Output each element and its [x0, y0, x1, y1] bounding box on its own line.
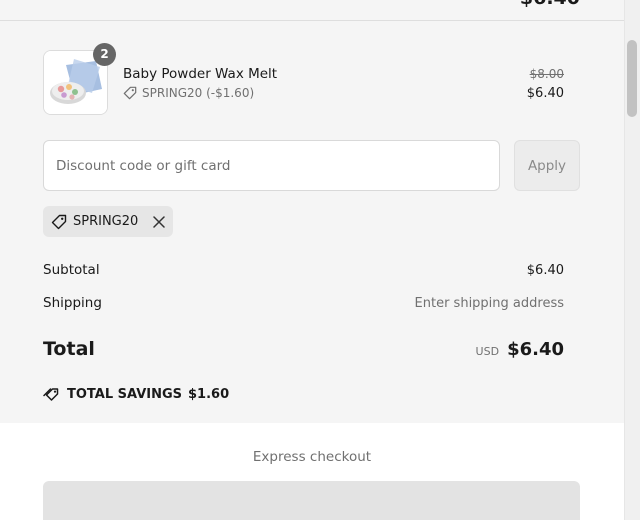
subtotal-value: $6.40	[526, 263, 564, 278]
final-price: $6.40	[526, 86, 564, 101]
discount-code-input[interactable]	[43, 140, 500, 191]
original-price: $8.00	[529, 67, 564, 81]
express-checkout-button[interactable]	[43, 481, 580, 520]
currency-code: USD	[475, 345, 500, 358]
apply-button[interactable]: Apply	[514, 140, 580, 191]
shipping-label: Shipping	[43, 295, 102, 311]
total-savings: TOTAL SAVINGS $1.60	[43, 386, 229, 402]
shipping-value: Enter shipping address	[414, 296, 564, 311]
subtotal-label: Subtotal	[43, 262, 100, 278]
product-name: Baby Powder Wax Melt	[123, 66, 278, 82]
tags-icon	[43, 388, 59, 401]
top-total-amount: $6.40	[520, 0, 580, 9]
express-checkout-label: Express checkout	[252, 449, 372, 465]
remove-discount-button[interactable]	[153, 215, 165, 228]
quantity-badge: 2	[93, 43, 116, 66]
savings-value: $1.60	[188, 386, 230, 402]
product-discount-line: SPRING20 (-$1.60)	[123, 86, 254, 100]
total-amount: $6.40	[507, 339, 564, 360]
applied-discount-chip: SPRING20	[43, 206, 173, 237]
savings-label: TOTAL SAVINGS	[67, 386, 183, 402]
order-summary: $6.40 2 Baby Powder Wax Melt SPRING20 (-…	[0, 0, 624, 423]
top-summary-bar: $6.40	[0, 0, 624, 21]
total-value-group: USD $6.40	[476, 339, 564, 360]
scrollbar-thumb[interactable]	[627, 40, 637, 117]
total-label: Total	[43, 338, 95, 360]
close-icon	[153, 215, 165, 228]
tag-icon	[123, 86, 137, 100]
product-discount-text: SPRING20 (-$1.60)	[142, 86, 255, 100]
tag-icon	[51, 214, 67, 229]
applied-code-text: SPRING20	[73, 214, 139, 229]
